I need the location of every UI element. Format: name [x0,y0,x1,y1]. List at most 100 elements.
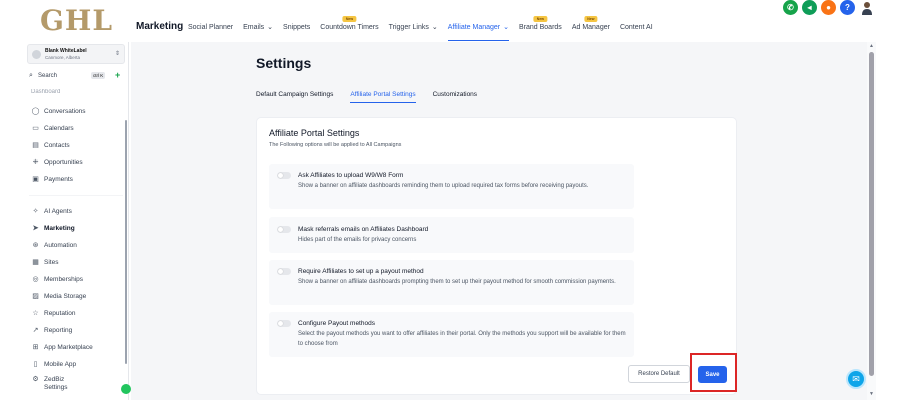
toggle-configure-payout-methods[interactable] [277,320,291,327]
bell-icon[interactable]: ● [821,0,836,15]
new-badge: New [342,16,357,22]
option-mask-referral-emails: Mask referrals emails on Affiliates Dash… [269,217,634,253]
chevron-updown-icon: ⇕ [114,51,120,57]
apps-icon: ⊞ [32,344,39,351]
sidebar-scrollbar[interactable] [125,120,127,364]
sidebar-item-conversations[interactable]: ◯ Conversations [25,104,125,118]
mobile-icon: ▯ [33,361,38,368]
quick-add-icon[interactable]: + [115,70,120,80]
account-location: Canmore, Alberta [45,55,81,60]
chevron-down-icon: ⌄ [431,24,438,31]
send-icon: ➤ [32,225,39,232]
sidebar-item-payments[interactable]: ▣ Payments [25,172,125,186]
nav-countdown-timers[interactable]: New Countdown Timers [320,16,379,33]
option-require-payout-method: Require Affiliates to set up a payout me… [269,260,634,305]
sidebar-item-marketing[interactable]: ➤ Marketing [25,221,125,235]
option-description: Show a banner on affiliate dashboards re… [298,183,589,189]
help-icon[interactable]: ? [840,0,855,15]
toggle-require-payout-method[interactable] [277,268,291,275]
sidebar-search[interactable]: ⌕ Search ctrl K + [27,70,125,83]
sidebar-item-opportunities[interactable]: ⁜ Opportunities [25,155,125,169]
sidebar-item-mobile-app[interactable]: ▯ Mobile App [25,357,125,371]
nav-social-planner[interactable]: Social Planner [188,23,233,33]
user-avatar-icon[interactable] [859,0,874,15]
account-switcher[interactable]: Blank WhiteLabel Canmore, Alberta ⇕ [27,44,125,64]
star-icon: ☆ [32,310,39,317]
top-bar: GHL Marketing Social Planner Emails ⌄ Sni… [0,0,900,42]
option-title: Mask referrals emails on Affiliates Dash… [298,226,429,233]
sidebar-item-sites[interactable]: ▦ Sites [25,255,125,269]
tab-default-campaign-settings[interactable]: Default Campaign Settings [256,91,333,98]
chevron-down-icon: ⌄ [267,24,274,31]
sidebar: Blank WhiteLabel Canmore, Alberta ⇕ ⌕ Se… [25,42,131,400]
option-upload-tax-form: Ask Affiliates to upload W9/W8 Form Show… [269,164,634,209]
chat-icon: ◯ [31,108,40,115]
opportunities-icon: ⁜ [32,159,39,166]
chat-support-icon[interactable]: ✉ [846,369,866,389]
sidebar-item-reporting[interactable]: ↗ Reporting [25,323,125,337]
toggle-mask-referral-emails[interactable] [277,226,291,233]
nav-affiliate-manager[interactable]: Affiliate Manager ⌄ [447,23,510,41]
account-avatar [32,50,41,59]
page-title: Settings [256,55,312,71]
scroll-down-icon[interactable]: ▼ [869,391,874,397]
sidebar-item-app-marketplace[interactable]: ⊞ App Marketplace [25,340,125,354]
settings-tabs: Default Campaign Settings Affiliate Port… [256,91,494,103]
search-icon: ⌕ [29,72,33,79]
tab-customizations[interactable]: Customizations [433,91,477,98]
sites-icon: ▦ [32,259,39,266]
new-badge: New [533,16,548,22]
sidebar-item-settings[interactable]: Settings [25,382,125,392]
sidebar-item-automation[interactable]: ⊛ Automation [25,238,125,252]
contacts-icon: ▤ [32,142,39,149]
status-dot [121,384,131,394]
sidebar-item-memberships[interactable]: ◎ Memberships [25,272,125,286]
sidebar-divider [29,195,123,196]
card-title: Affiliate Portal Settings [269,128,360,138]
brand-logo[interactable]: GHL [40,4,113,37]
sidebar-item-contacts[interactable]: ▤ Contacts [25,138,125,152]
app-title: Marketing [136,21,184,32]
automation-icon: ⊛ [32,242,39,249]
sidebar-item-calendars[interactable]: ▭ Calendars [25,121,125,135]
payments-icon: ▣ [32,176,39,183]
chevron-down-icon: ⌄ [503,24,509,31]
nav-content-ai[interactable]: Content AI [620,23,653,33]
sidebar-item-media-storage[interactable]: ▨ Media Storage [25,289,125,303]
megaphone-icon[interactable]: ◂ [802,0,817,15]
affiliate-portal-settings-card: Affiliate Portal Settings The Following … [256,117,737,395]
option-description: Show a banner on affiliate dashboards pr… [298,279,616,285]
sparkle-icon: ✧ [32,208,39,215]
option-title: Configure Payout methods [298,320,375,327]
nav-snippets[interactable]: Snippets [283,23,310,33]
sidebar-item-reputation[interactable]: ☆ Reputation [25,306,125,320]
main-content: Settings Default Campaign Settings Affil… [131,42,867,400]
top-nav: Social Planner Emails ⌄ Snippets New Count… [188,16,663,41]
new-badge: New [584,16,598,22]
calendar-icon: ▭ [32,125,39,132]
toggle-upload-tax-form[interactable] [277,172,291,179]
account-name: Blank WhiteLabel [45,48,87,54]
tab-affiliate-portal-settings[interactable]: Affiliate Portal Settings [350,91,416,103]
scroll-up-icon[interactable]: ▲ [869,43,874,49]
search-placeholder: Search [38,73,58,79]
option-title: Ask Affiliates to upload W9/W8 Form [298,172,404,179]
nav-brand-boards[interactable]: New Brand Boards [519,16,562,33]
media-icon: ▨ [32,293,39,300]
card-subtitle: The Following options will be applied to… [269,142,402,148]
memberships-icon: ◎ [32,276,39,283]
option-description: Hides part of the emails for privacy con… [298,237,417,243]
restore-default-button[interactable]: Restore Default [628,365,690,383]
option-configure-payout-methods: Configure Payout methods Select the payo… [269,312,634,357]
nav-ad-manager[interactable]: New Ad Manager [572,16,610,33]
reporting-icon: ↗ [32,327,39,334]
nav-trigger-links[interactable]: Trigger Links ⌄ [389,23,438,33]
nav-emails[interactable]: Emails ⌄ [243,23,273,33]
phone-icon[interactable]: ✆ [783,0,798,15]
header-actions: ✆ ◂ ● ? [783,0,874,15]
sidebar-item-ai-agents[interactable]: ✧ AI Agents [25,204,125,218]
option-title: Require Affiliates to set up a payout me… [298,268,424,275]
page-scrollbar-thumb[interactable] [869,52,874,376]
sidebar-item-dashboard[interactable]: Dashboard [31,89,60,94]
save-button[interactable]: Save [698,366,727,383]
